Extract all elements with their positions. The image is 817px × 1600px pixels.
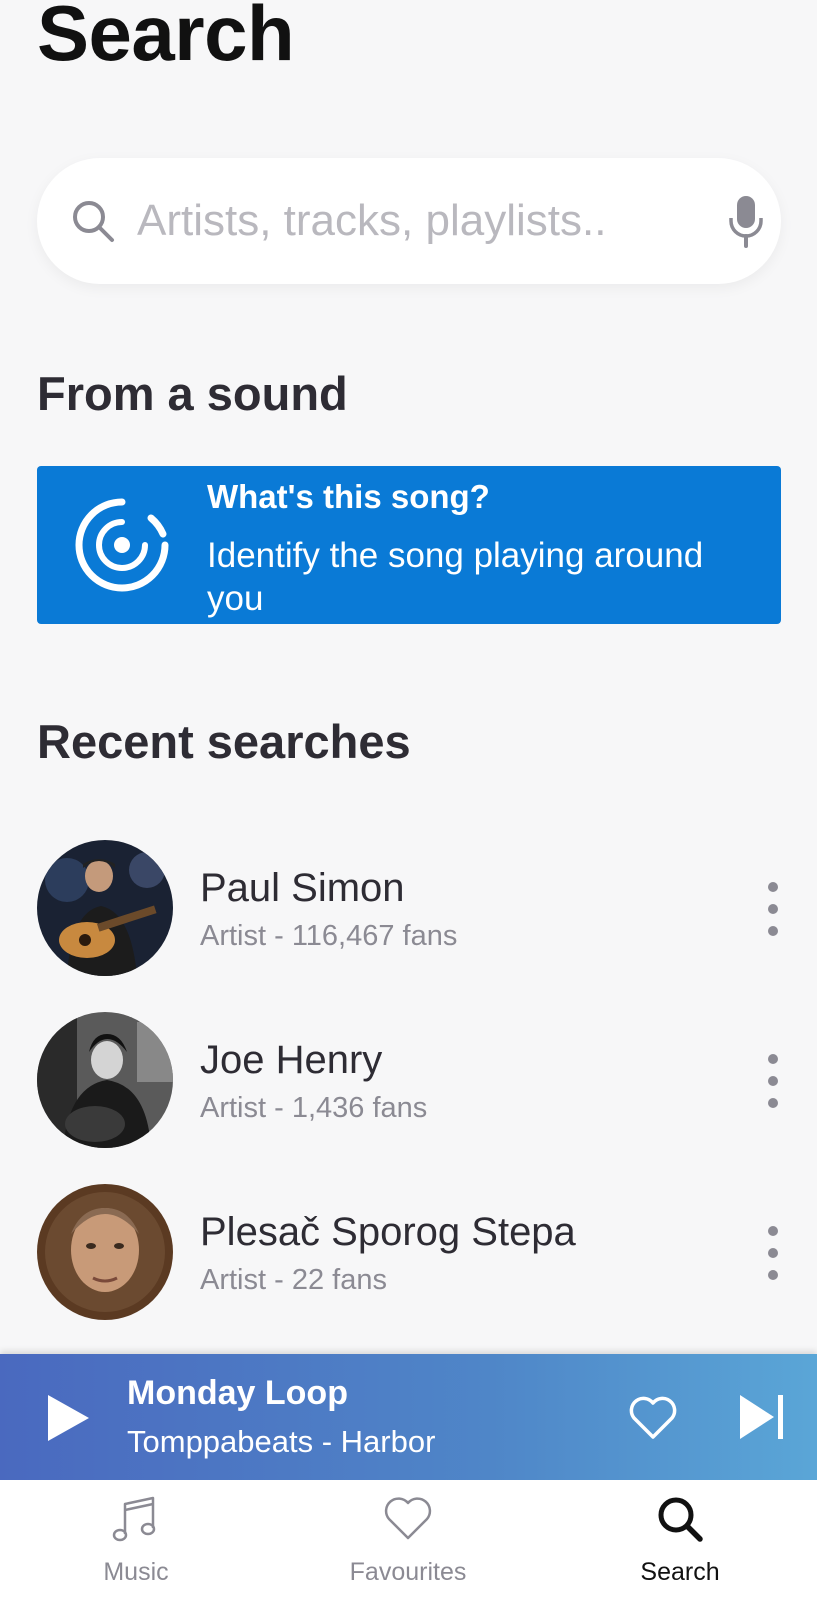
avatar — [37, 1184, 173, 1320]
item-name: Plesač Sporog Stepa — [200, 1210, 576, 1254]
item-name: Paul Simon — [200, 866, 405, 910]
song-recognition-icon — [75, 498, 169, 592]
item-meta: Artist - 22 fans — [200, 1264, 387, 1296]
tab-label: Favourites — [349, 1558, 467, 1586]
mini-player[interactable]: Monday Loop Tomppabeats - Harbor — [0, 1354, 817, 1480]
heart-icon — [384, 1497, 432, 1540]
page-title: Search — [37, 0, 295, 77]
tab-search[interactable]: Search — [544, 1480, 816, 1600]
track-title: Monday Loop — [127, 1374, 348, 1412]
more-options-icon[interactable] — [755, 1054, 791, 1108]
search-input[interactable] — [137, 188, 697, 254]
whats-this-song-card[interactable]: What's this song? Identify the song play… — [37, 466, 781, 624]
card-title: What's this song? — [207, 478, 490, 515]
list-item[interactable]: Plesač Sporog Stepa Artist - 22 fans — [0, 1184, 817, 1320]
tab-label: Music — [103, 1558, 169, 1586]
item-meta: Artist - 1,436 fans — [200, 1092, 428, 1124]
bottom-tab-bar: Music Favourites Search — [0, 1480, 817, 1600]
more-options-icon[interactable] — [755, 882, 791, 936]
list-item[interactable]: Joe Henry Artist - 1,436 fans — [0, 1012, 817, 1148]
item-meta: Artist - 116,467 fans — [200, 920, 458, 952]
search-icon — [658, 1497, 703, 1542]
more-options-icon[interactable] — [755, 1226, 791, 1280]
tab-music[interactable]: Music — [0, 1480, 272, 1600]
from-a-sound-heading: From a sound — [37, 367, 348, 420]
card-subtitle: Identify the song playing around you — [207, 536, 704, 618]
recent-searches-heading: Recent searches — [37, 715, 411, 768]
search-icon — [73, 201, 114, 242]
track-artist: Tomppabeats - Harbor — [127, 1424, 436, 1459]
play-icon[interactable] — [44, 1392, 92, 1444]
music-note-icon — [112, 1496, 156, 1542]
tab-favourites[interactable]: Favourites — [272, 1480, 544, 1600]
skip-next-icon[interactable] — [738, 1393, 786, 1441]
item-name: Joe Henry — [200, 1038, 383, 1082]
tab-label: Search — [640, 1558, 720, 1586]
heart-icon[interactable] — [628, 1395, 678, 1441]
microphone-icon[interactable] — [723, 194, 769, 248]
search-bar[interactable] — [37, 158, 781, 284]
avatar — [37, 1012, 173, 1148]
avatar — [37, 840, 173, 976]
list-item[interactable]: Paul Simon Artist - 116,467 fans — [0, 840, 817, 976]
